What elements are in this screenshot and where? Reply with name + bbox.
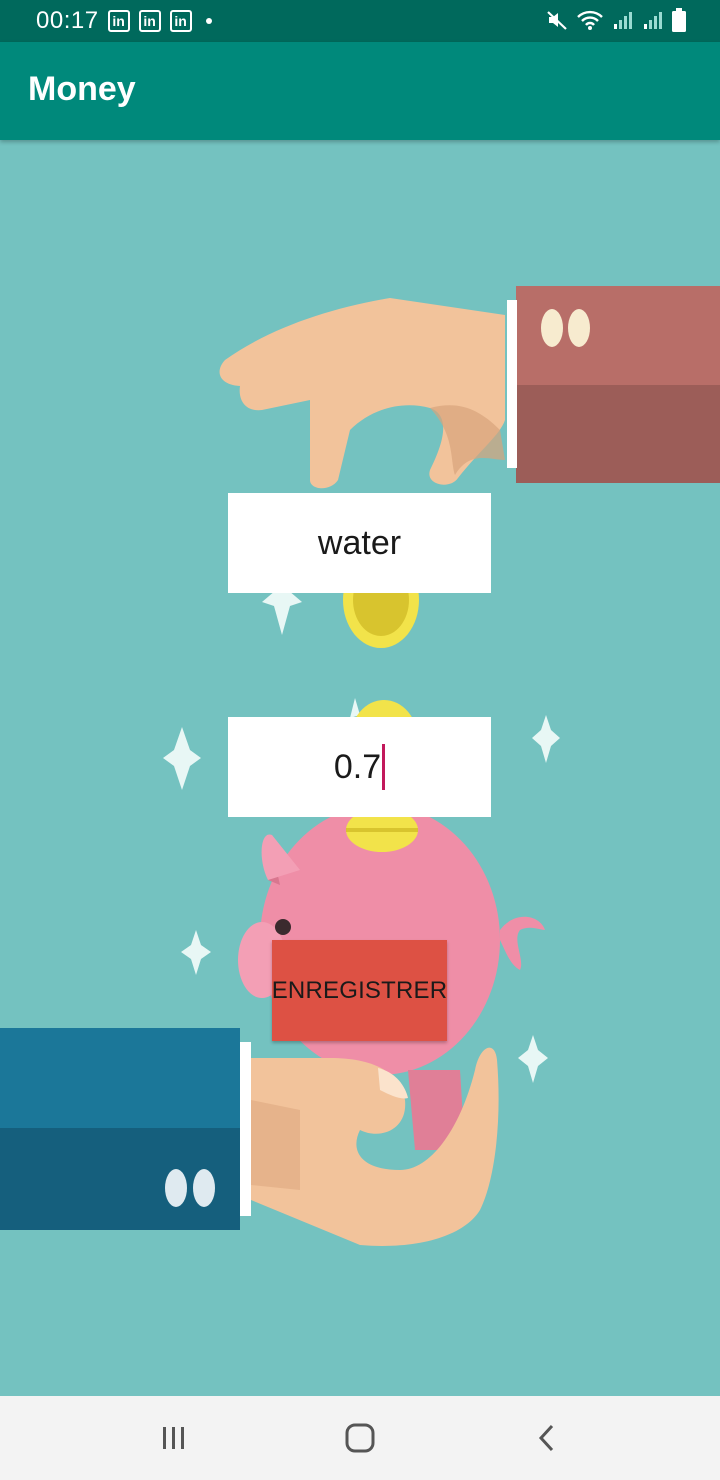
battery-icon bbox=[672, 8, 686, 32]
status-indicators bbox=[546, 8, 686, 32]
status-time: 00:17 bbox=[36, 7, 99, 34]
back-icon bbox=[538, 1424, 554, 1452]
name-input-value: water bbox=[317, 523, 402, 562]
navigation-bar bbox=[0, 1396, 720, 1480]
recent-apps-icon bbox=[163, 1427, 184, 1449]
wifi-icon bbox=[577, 10, 603, 30]
amount-input-value: 0.7 bbox=[333, 747, 382, 786]
page-title: Money bbox=[28, 70, 136, 108]
amount-input[interactable]: 0.7 bbox=[228, 717, 491, 817]
home-icon bbox=[345, 1423, 375, 1453]
app-bar: Money bbox=[0, 42, 720, 140]
text-cursor bbox=[382, 744, 386, 790]
linkedin-icon: in bbox=[107, 10, 130, 32]
back-button[interactable] bbox=[527, 1418, 567, 1458]
notification-dot-icon bbox=[205, 18, 212, 24]
linkedin-icon: in bbox=[169, 10, 192, 32]
name-input[interactable]: water bbox=[228, 493, 491, 593]
linkedin-icon: in bbox=[138, 10, 161, 32]
signal-icon bbox=[644, 12, 662, 29]
signal-icon bbox=[614, 12, 632, 29]
save-button[interactable]: ENREGISTRER bbox=[272, 940, 447, 1041]
home-button[interactable] bbox=[340, 1418, 380, 1458]
mute-icon bbox=[547, 11, 567, 30]
status-bar: 00:17 in in in bbox=[0, 0, 720, 42]
recent-apps-button[interactable] bbox=[153, 1418, 193, 1458]
main-content: water 0.7 ENREGISTRER bbox=[0, 140, 720, 1396]
